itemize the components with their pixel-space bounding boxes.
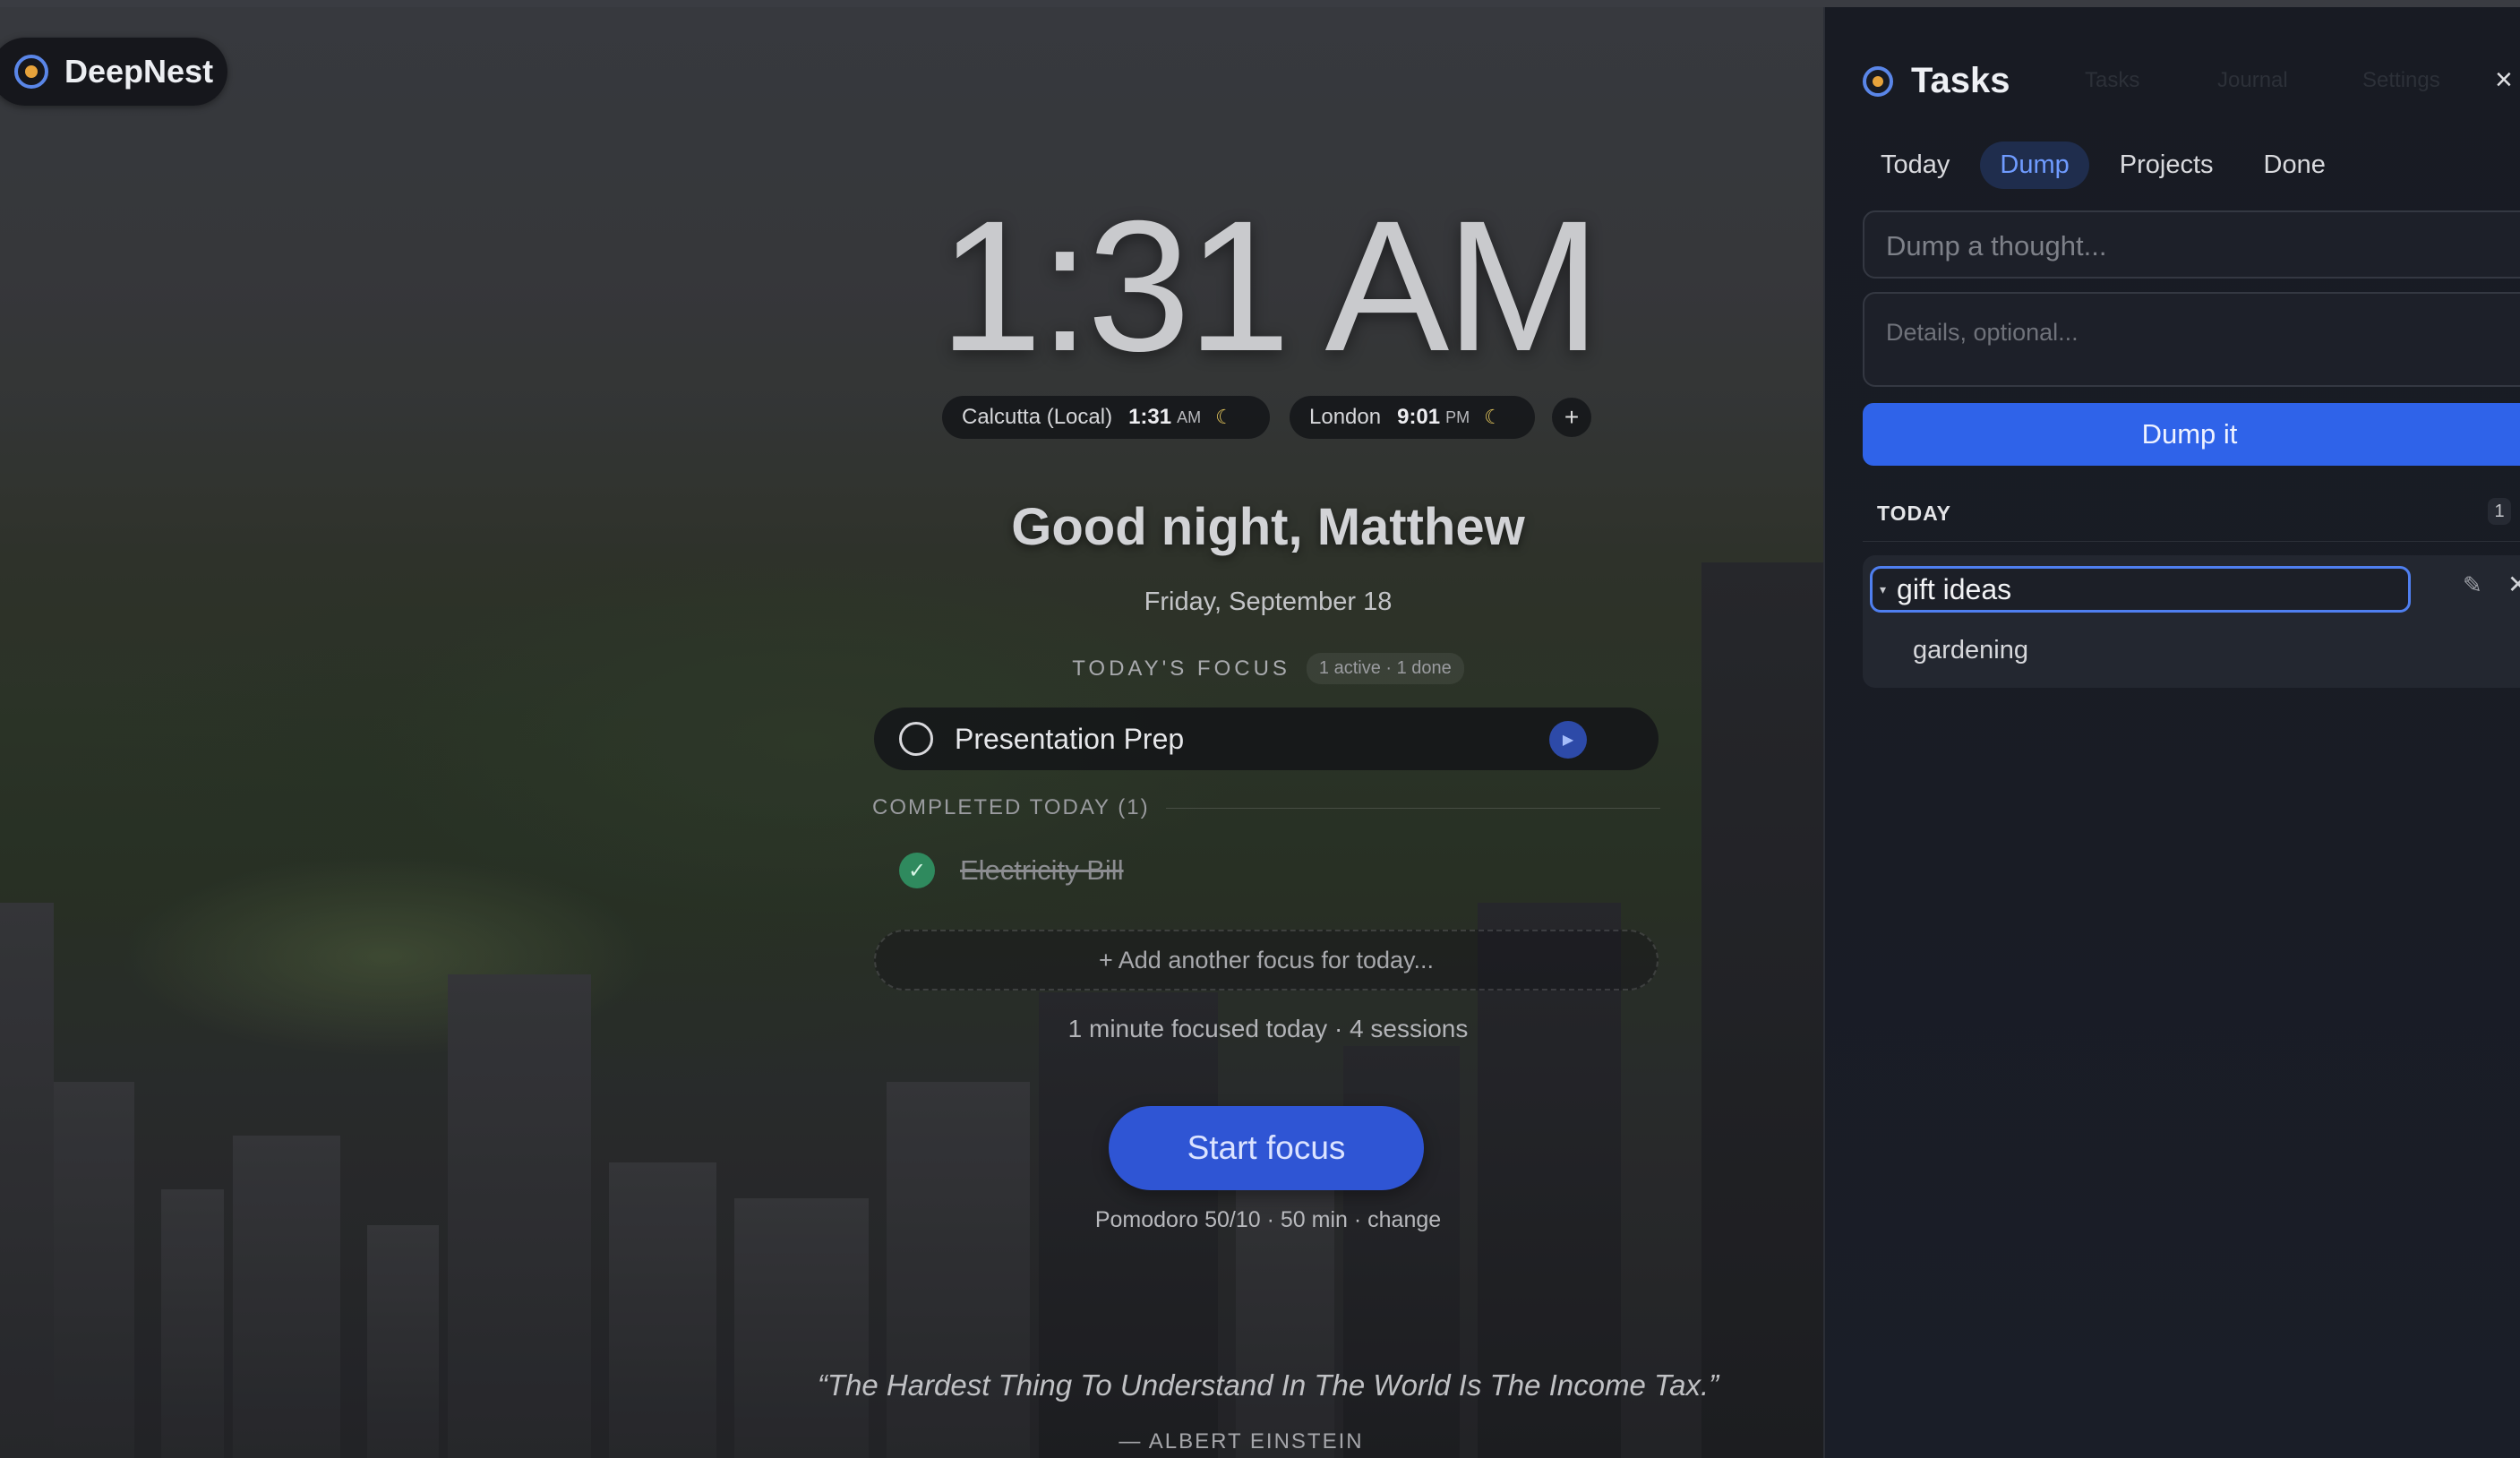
moon-icon: ☾ [1484,406,1502,428]
dump-list: ▾ ✎ ✕ gardening [1863,555,2520,688]
logo-icon [14,55,48,89]
completed-section-header: COMPLETED TODAY (1) [872,795,1660,820]
date-label: Friday, September 18 [1144,587,1393,616]
section-count-badge: 1 [2488,498,2511,525]
chevron-down-icon[interactable]: ▾ [1880,582,1886,597]
tab-done[interactable]: Done [2244,142,2345,189]
panel-header: Tasks [1863,61,2010,101]
close-icon[interactable]: × [2495,63,2513,98]
tasks-panel: Tasks Tasks Journal Settings × Today Dum… [1823,7,2520,1458]
divider [1863,541,2520,542]
timezone-time: 1:31 [1128,405,1172,429]
timezone-chip-calcutta[interactable]: Calcutta (Local) 1:31 AM ☾ [942,396,1270,439]
focus-header: TODAY'S FOCUS 1 active · 1 done [928,653,1608,684]
completed-heading: COMPLETED TODAY (1) [872,795,1150,819]
app-logo[interactable]: DeepNest [0,38,227,106]
tab-dump[interactable]: Dump [1980,142,2089,189]
add-focus-button[interactable]: + Add another focus for today... [874,930,1659,991]
timezone-ampm: AM [1177,407,1202,426]
section-heading-today: TODAY [1877,502,1951,525]
pencil-icon[interactable]: ✎ [2463,571,2482,599]
details-input[interactable]: Details, optional... [1863,292,2520,387]
panel-tabs: Today Dump Projects Done [1861,142,2356,189]
completed-task-label: Electricity Bill [960,854,1124,886]
ghost-nav-journal: Journal [2217,68,2288,92]
timezone-ampm: PM [1445,407,1470,426]
play-icon[interactable]: ▶ [1549,721,1587,759]
pomodoro-setting[interactable]: Pomodoro 50/10 · 50 min · change [928,1207,1608,1233]
focus-task-label: Presentation Prep [955,722,1185,755]
task-checkbox[interactable] [899,722,933,756]
timezone-city: London [1309,405,1382,429]
start-focus-button[interactable]: Start focus [1109,1106,1424,1190]
quote-author: — ALBERT EINSTEIN [1119,1429,1364,1454]
tab-projects[interactable]: Projects [2100,142,2233,189]
timezone-time: 9:01 [1397,405,1441,429]
check-icon[interactable]: ✓ [899,853,935,888]
focus-count-badge: 1 active · 1 done [1306,653,1464,684]
window-top-border [0,0,2520,7]
main-clock: 1:31 AM [939,183,1600,390]
app-name: DeepNest [64,53,214,90]
ghost-nav-settings: Settings [2362,68,2440,92]
task-edit-input[interactable] [1895,571,2383,607]
logo-icon [1863,65,1893,97]
focus-stats: 1 minute focused today · 4 sessions [1067,1015,1469,1042]
add-timezone-button[interactable]: + [1552,398,1591,437]
tab-today[interactable]: Today [1861,142,1969,189]
focus-heading: TODAY'S FOCUS [1072,656,1290,681]
thought-input[interactable]: Dump a thought... [1863,210,2520,279]
greeting: Good night, Matthew [1011,498,1525,556]
moon-icon: ☾ [1215,406,1233,428]
close-icon[interactable]: ✕ [2507,570,2520,599]
timezone-city: Calcutta (Local) [962,405,1113,429]
ghost-nav-tasks: Tasks [2085,68,2140,92]
task-edit-field[interactable]: ▾ [1870,566,2411,613]
completed-task-row[interactable]: ✓ Electricity Bill [899,853,1124,888]
panel-title: Tasks [1911,61,2010,100]
divider [1165,807,1660,809]
quote-text: “The Hardest Thing To Understand In The … [817,1368,1719,1402]
dump-it-button[interactable]: Dump it [1863,403,2520,466]
focus-task-row[interactable]: Presentation Prep ▶ [874,708,1659,770]
timezone-chip-london[interactable]: London 9:01 PM ☾ [1290,396,1535,439]
subtask-item[interactable]: gardening [1913,636,2028,665]
